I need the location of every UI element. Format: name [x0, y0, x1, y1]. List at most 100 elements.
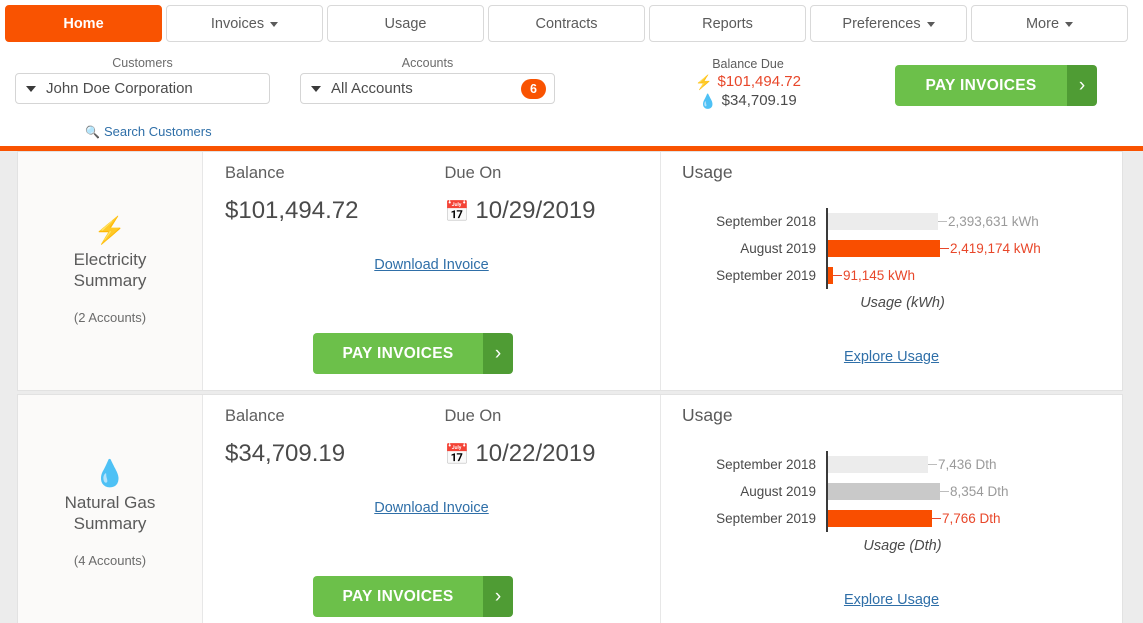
flame-icon: 💧 [93, 457, 127, 488]
tab-contracts[interactable]: Contracts [488, 5, 645, 42]
chevron-down-icon [926, 22, 935, 27]
electricity-due-value: 10/29/2019 [475, 197, 596, 224]
accounts-selector-group: Accounts All Accounts 6 [300, 56, 555, 104]
chart-bar-value: 2,419,174 kWh [940, 241, 1041, 256]
bolt-icon: ⚡ [695, 73, 713, 90]
tab-more[interactable]: More [971, 5, 1128, 42]
natural-gas-card-title: Natural Gas Summary [65, 492, 156, 535]
accounts-dropdown[interactable]: All Accounts 6 [300, 73, 555, 104]
chart-leader-line [940, 248, 949, 249]
natural-gas-due-col: Due On 📅 10/22/2019 [421, 407, 641, 468]
search-customers-link[interactable]: 🔍 Search Customers [85, 124, 212, 139]
natural-gas-pay-invoices-button[interactable]: PAY INVOICES › [313, 576, 513, 617]
natural-gas-balance-col: Balance $34,709.19 [225, 407, 421, 468]
electricity-card-title-line2: Summary [73, 271, 147, 290]
balance-due-electric-row: ⚡ $101,494.72 [648, 73, 848, 90]
chart-category-label: September 2019 [716, 268, 816, 283]
chart-bar [828, 483, 940, 500]
chevron-down-icon [270, 22, 279, 27]
electricity-balance-col: Balance $101,494.72 [225, 164, 421, 225]
electricity-download-invoice-link[interactable]: Download Invoice [374, 257, 488, 273]
customers-dropdown[interactable]: John Doe Corporation [15, 73, 270, 104]
chevron-right-icon: › [1067, 65, 1097, 106]
chart-bar [828, 213, 938, 230]
natural-gas-download-invoice-link[interactable]: Download Invoice [374, 500, 488, 516]
chart-category-label: September 2018 [716, 214, 816, 229]
natural-gas-due-value-wrap: 📅 10/22/2019 [445, 440, 641, 468]
natural-gas-summary-card: 💧 Natural Gas Summary (4 Accounts) Balan… [17, 394, 1123, 623]
chart-leader-line [932, 518, 941, 519]
chart-leader-line [833, 275, 842, 276]
tab-home[interactable]: Home [5, 5, 162, 42]
electricity-card-title-line1: Electricity [73, 249, 147, 269]
natural-gas-explore-usage-wrap: Explore Usage [661, 591, 1122, 609]
tab-preferences-label: Preferences [842, 15, 921, 32]
chart-bar-value: 7,766 Dth [932, 511, 1001, 526]
tab-preferences[interactable]: Preferences [810, 5, 967, 42]
electricity-pay-invoices-label: PAY INVOICES [313, 333, 483, 374]
customers-selector-group: Customers John Doe Corporation [15, 56, 270, 104]
search-icon: 🔍 [85, 124, 100, 139]
tab-usage-label: Usage [384, 15, 427, 32]
electricity-balance-value: $101,494.72 [225, 197, 359, 224]
tab-reports-label: Reports [702, 15, 753, 32]
electricity-summary-card: ⚡ Electricity Summary (2 Accounts) Balan… [17, 151, 1123, 391]
chart-leader-line [940, 491, 949, 492]
chart-bar-value-label: 7,436 Dth [938, 457, 997, 472]
header-pay-invoices-button[interactable]: PAY INVOICES › [895, 65, 1097, 106]
chart-bar-value-label: 7,766 Dth [942, 511, 1001, 526]
electricity-usage-panel: Usage September 2018 2,393,631 kWh Augus… [661, 152, 1122, 390]
chart-category-label: September 2019 [716, 511, 816, 526]
chart-bar-value: 2,393,631 kWh [938, 214, 1039, 229]
balance-due-gas-row: 💧 $34,709.19 [648, 92, 848, 109]
tab-home-label: Home [63, 15, 104, 32]
chart-bar-value-label: 91,145 kWh [843, 268, 916, 283]
chart-row: September 2019 91,145 kWh [661, 262, 1122, 289]
electricity-pay-invoices-button[interactable]: PAY INVOICES › [313, 333, 513, 374]
electricity-balance-label: Balance [225, 164, 285, 182]
customers-label: Customers [112, 56, 173, 70]
natural-gas-explore-usage-link[interactable]: Explore Usage [844, 592, 939, 608]
bolt-icon: ⚡ [93, 214, 127, 245]
chart-leader-line [938, 221, 947, 222]
chart-bar-value: 8,354 Dth [940, 484, 1009, 499]
chart-row: September 2018 2,393,631 kWh [661, 208, 1122, 235]
balance-due-gas-amount: $34,709.19 [721, 92, 797, 109]
natural-gas-balance-value: $34,709.19 [225, 440, 346, 467]
chart-bar-value-label: 2,393,631 kWh [948, 214, 1039, 229]
electricity-account-count: (2 Accounts) [73, 310, 147, 326]
chart-leader-line [928, 464, 937, 465]
customers-value: John Doe Corporation [46, 80, 193, 97]
search-customers-label: Search Customers [103, 124, 212, 139]
natural-gas-download-invoice-wrap: Download Invoice [203, 499, 660, 517]
balance-due-title: Balance Due [712, 57, 784, 71]
chart-row: August 2019 8,354 Dth [661, 478, 1122, 505]
natural-gas-usage-chart: September 2018 7,436 Dth August 2019 8,3… [661, 451, 1122, 554]
natural-gas-chart-axis-caption: Usage (Dth) [863, 538, 942, 554]
tab-more-label: More [1025, 15, 1060, 32]
electricity-card-header: ⚡ Electricity Summary (2 Accounts) [18, 152, 203, 390]
header-pay-invoices-label: PAY INVOICES [895, 65, 1067, 106]
accounts-label: Accounts [401, 56, 454, 70]
electricity-card-title: Electricity Summary [74, 249, 147, 292]
electricity-chart-axis-caption: Usage (kWh) [860, 295, 945, 311]
electricity-balance-panel: Balance $101,494.72 Due On 📅 10/29/2019 D… [203, 152, 661, 390]
tab-invoices[interactable]: Invoices [166, 5, 323, 42]
electricity-explore-usage-link[interactable]: Explore Usage [844, 349, 939, 365]
calendar-icon: 📅 [444, 444, 470, 466]
natural-gas-due-value: 10/22/2019 [475, 440, 596, 467]
chart-bar-value: 91,145 kWh [833, 268, 915, 283]
chart-bar-value: 7,436 Dth [928, 457, 997, 472]
balance-due-block: Balance Due ⚡ $101,494.72 💧 $34,709.19 [648, 57, 848, 109]
chart-bar [828, 456, 928, 473]
electricity-explore-usage-wrap: Explore Usage [661, 348, 1122, 366]
calendar-icon: 📅 [444, 201, 470, 223]
natural-gas-card-title-line2: Summary [73, 514, 147, 533]
chart-row: September 2018 7,436 Dth [661, 451, 1122, 478]
natural-gas-usage-title: Usage [682, 405, 733, 425]
chart-row: August 2019 2,419,174 kWh [661, 235, 1122, 262]
tab-reports[interactable]: Reports [649, 5, 806, 42]
tab-invoices-label: Invoices [210, 15, 265, 32]
natural-gas-balance-label: Balance [225, 407, 285, 425]
tab-usage[interactable]: Usage [327, 5, 484, 42]
